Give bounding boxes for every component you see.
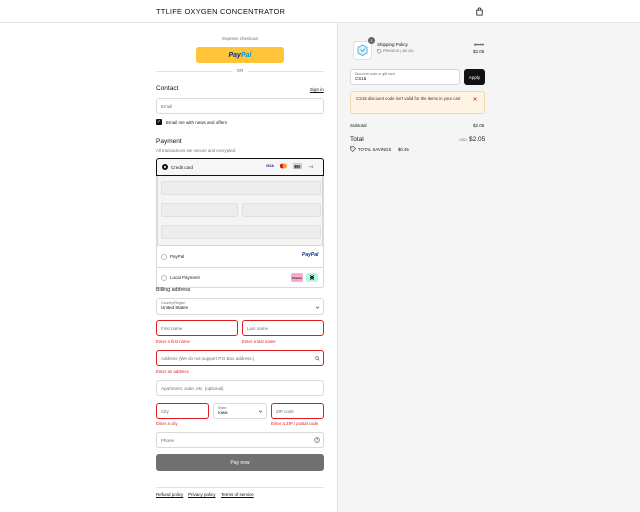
- paypal-radio[interactable]: [161, 254, 167, 260]
- credit-card-label: Credit card: [171, 165, 194, 170]
- discount-warning: CS15 discount code isn't valid for the i…: [350, 91, 485, 114]
- address-error: Enter an address: [156, 369, 189, 374]
- warning-text: CS15 discount code isn't valid for the i…: [356, 96, 461, 101]
- search-icon: [315, 356, 320, 361]
- name-on-card-field[interactable]: [161, 225, 321, 239]
- card-details-area: [157, 176, 323, 245]
- contact-heading: Contact: [156, 85, 179, 92]
- discount-code-field[interactable]: Discount code or gift card CS15: [350, 69, 460, 85]
- last-name-placeholder: Last name: [247, 325, 269, 331]
- zip-field[interactable]: ZIP code: [271, 403, 324, 419]
- shopping-bag-icon[interactable]: [475, 7, 484, 16]
- city-field[interactable]: City: [156, 403, 209, 419]
- paypal-logo: PayPal: [302, 252, 319, 258]
- paypal-option[interactable]: PayPal PayPal: [156, 245, 324, 267]
- privacy-policy-link[interactable]: Privacy policy: [188, 492, 216, 497]
- payment-subtitle: All transactions are secure and encrypte…: [156, 148, 237, 153]
- subtotal-value: $2.05: [473, 123, 485, 128]
- item-original-price: $3.00: [474, 42, 485, 47]
- state-select[interactable]: State Iowa: [213, 403, 267, 419]
- quantity-badge: 1: [368, 37, 375, 44]
- paypal-option-label: PayPal: [170, 254, 185, 259]
- city-placeholder: City: [161, 408, 169, 414]
- city-error: Enter a city: [156, 421, 178, 426]
- local-payment-radio[interactable]: [161, 275, 167, 281]
- express-checkout-label: Express checkout: [222, 36, 258, 41]
- order-summary: 1 Shipping Policy PRIME15 (-$0.45) $3.00…: [337, 23, 640, 512]
- address-field[interactable]: Address (We do not support P.O.Box addre…: [156, 350, 324, 366]
- email-field[interactable]: Email: [156, 98, 324, 114]
- first-name-placeholder: First name: [161, 325, 183, 331]
- mastercard-icon: [279, 163, 288, 169]
- savings-value: $0.45: [398, 147, 409, 152]
- terms-of-service-link[interactable]: Terms of service: [221, 492, 254, 497]
- country-select[interactable]: Country/Region United States: [156, 298, 324, 315]
- last-name-field[interactable]: Last name: [242, 320, 324, 336]
- phone-placeholder: Phone: [161, 437, 175, 443]
- last-name-error: Enter a last name: [242, 339, 276, 344]
- discount-value: CS15: [355, 76, 367, 81]
- tag-icon: [377, 49, 382, 54]
- local-payment-option[interactable]: Local Payment Klarna: [156, 267, 324, 288]
- savings-tag-icon: [350, 146, 356, 152]
- phone-field[interactable]: Phone: [156, 432, 324, 448]
- chevron-down-icon: [315, 306, 320, 309]
- chevron-down-icon: [258, 410, 263, 413]
- afterpay-icon: [306, 273, 318, 282]
- credit-card-option[interactable]: Credit card VISA +4: [156, 158, 324, 176]
- credit-card-radio[interactable]: [162, 164, 168, 170]
- or-divider-text: OR: [232, 68, 248, 73]
- close-icon[interactable]: [472, 96, 478, 102]
- newsletter-checkbox[interactable]: ✓: [156, 119, 162, 125]
- product-thumbnail: [353, 41, 372, 60]
- email-placeholder: Email: [161, 103, 173, 109]
- first-name-field[interactable]: First name: [156, 320, 238, 336]
- payment-heading: Payment: [156, 138, 182, 145]
- jcb-icon: [293, 163, 302, 169]
- sign-in-link[interactable]: Sign in: [310, 87, 324, 92]
- visa-icon: VISA: [265, 164, 275, 168]
- divider: [156, 487, 324, 488]
- apartment-field[interactable]: Apartment, suite, etc. (optional): [156, 380, 324, 396]
- country-value: United States: [161, 305, 189, 310]
- paypal-logo-part: Pal: [240, 51, 252, 59]
- paypal-express-button[interactable]: Pay Pal: [196, 47, 284, 63]
- card-number-field[interactable]: [161, 181, 321, 195]
- klarna-badge: Klarna: [291, 273, 303, 282]
- item-discount: PRIME15 (-$0.45): [383, 49, 414, 53]
- total-label: Total: [350, 136, 364, 143]
- address-placeholder: Address (We do not support P.O.Box addre…: [161, 355, 255, 361]
- total-currency: USD: [459, 138, 468, 142]
- savings-label: TOTAL SAVINGS: [358, 147, 392, 152]
- zip-placeholder: ZIP code: [276, 408, 294, 414]
- more-cards-badge: +4: [308, 163, 314, 169]
- subtotal-label: Subtotal: [350, 123, 367, 128]
- newsletter-label: Email me with news and offers: [166, 120, 227, 125]
- product-image-icon: [357, 44, 368, 56]
- paypal-logo-part: Pay: [228, 51, 241, 59]
- security-code-field[interactable]: [242, 203, 321, 217]
- zip-error: Enter a ZIP / postal code: [271, 421, 319, 426]
- checkout-form: Express checkout Pay Pal OR Contact Sign …: [0, 23, 337, 512]
- header: TTLIFE OXYGEN CONCENTRATOR: [0, 0, 640, 23]
- expiration-field[interactable]: [161, 203, 238, 217]
- total-value: $2.05: [469, 136, 486, 143]
- apartment-placeholder: Apartment, suite, etc. (optional): [161, 385, 224, 391]
- help-circle-icon[interactable]: [314, 437, 320, 443]
- first-name-error: Enter a first name: [156, 339, 190, 344]
- local-payment-label: Local Payment: [170, 275, 200, 280]
- pay-now-button[interactable]: Pay now: [156, 454, 324, 471]
- store-title[interactable]: TTLIFE OXYGEN CONCENTRATOR: [156, 7, 285, 16]
- refund-policy-link[interactable]: Refund policy: [156, 492, 183, 497]
- item-name: Shipping Policy: [377, 42, 408, 47]
- apply-button[interactable]: Apply: [464, 69, 485, 85]
- billing-heading: Billing address: [156, 287, 191, 293]
- item-price: $2.05: [473, 49, 485, 54]
